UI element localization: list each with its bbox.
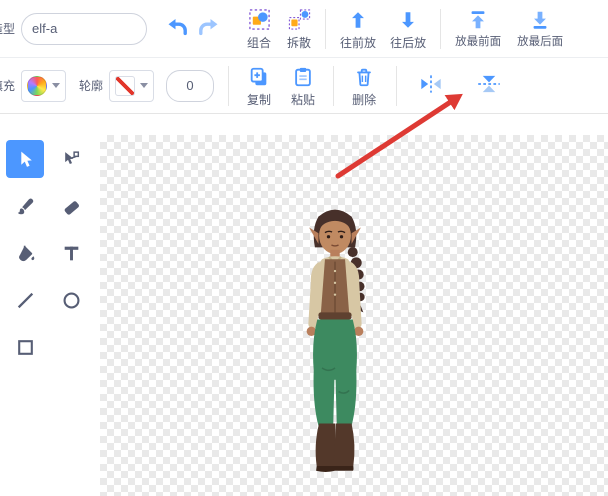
undo-button[interactable] xyxy=(163,13,191,44)
circle-tool[interactable] xyxy=(52,281,90,319)
flip-vertical-button[interactable] xyxy=(471,70,507,101)
layer-front-label: 放最前面 xyxy=(455,37,501,49)
outline-label: 轮廓 xyxy=(79,77,103,94)
paste-button[interactable]: 粘贴 xyxy=(287,64,319,108)
arrow-down-icon xyxy=(397,9,419,34)
toolbar-divider xyxy=(396,66,397,106)
rectangle-tool[interactable] xyxy=(6,328,44,366)
redo-button[interactable] xyxy=(195,13,223,44)
group-button[interactable]: 组合 xyxy=(243,6,275,51)
eraser-icon xyxy=(61,196,82,217)
paint-canvas[interactable] xyxy=(100,135,608,496)
paste-icon xyxy=(292,66,314,91)
copy-icon xyxy=(248,66,270,91)
flip-vertical-icon xyxy=(475,72,503,99)
arrow-up-icon xyxy=(347,9,369,34)
chevron-down-icon xyxy=(52,83,60,88)
costume-name-input[interactable] xyxy=(21,13,147,45)
layer-front-button[interactable]: 放最前面 xyxy=(451,7,505,51)
layer-forward-button[interactable]: 往前放 xyxy=(336,7,380,51)
fill-label: 填充 xyxy=(0,77,15,94)
stroke-width-input[interactable] xyxy=(166,70,214,102)
line-tool[interactable] xyxy=(6,281,44,319)
tool-palette xyxy=(6,140,92,366)
cursor-icon xyxy=(15,149,36,170)
text-tool[interactable] xyxy=(52,234,90,272)
redo-icon xyxy=(197,27,221,42)
delete-button[interactable]: 删除 xyxy=(348,64,380,108)
paste-label: 粘贴 xyxy=(291,94,315,106)
layer-forward-label: 往前放 xyxy=(340,37,376,49)
delete-label: 删除 xyxy=(352,94,376,106)
copy-label: 复制 xyxy=(247,94,271,106)
toolbar-divider xyxy=(228,66,229,106)
brush-icon xyxy=(15,196,36,217)
chevron-down-icon xyxy=(140,83,148,88)
fill-tool[interactable] xyxy=(6,234,44,272)
costume-elf-a[interactable] xyxy=(270,190,400,475)
no-outline-swatch xyxy=(115,76,135,96)
brush-tool[interactable] xyxy=(6,187,44,225)
line-icon xyxy=(15,290,36,311)
toolbar-divider xyxy=(325,9,326,49)
ungroup-label: 拆散 xyxy=(287,37,311,49)
flip-horizontal-icon xyxy=(417,72,445,99)
eraser-tool[interactable] xyxy=(52,187,90,225)
trash-icon xyxy=(353,66,375,91)
text-icon xyxy=(61,243,82,264)
reshape-tool[interactable] xyxy=(52,140,90,178)
select-tool[interactable] xyxy=(6,140,44,178)
layer-backward-label: 往后放 xyxy=(390,37,426,49)
reshape-icon xyxy=(61,149,82,170)
outline-color-picker[interactable] xyxy=(109,70,154,102)
ungroup-button[interactable]: 拆散 xyxy=(283,6,315,51)
style-toolbar: 填充 轮廓 复制 粘贴 删除 xyxy=(0,58,608,114)
group-label: 组合 xyxy=(247,37,271,49)
arrow-up-to-bar-icon xyxy=(467,9,489,34)
layer-backward-button[interactable]: 往后放 xyxy=(386,7,430,51)
fill-color-picker[interactable] xyxy=(21,70,66,102)
scratch-paint-editor: 造型 组合 拆散 xyxy=(0,0,608,496)
layer-back-label: 放最后面 xyxy=(517,37,563,49)
toolbar-divider xyxy=(440,9,441,49)
layer-back-button[interactable]: 放最后面 xyxy=(513,7,567,51)
fill-color-swatch xyxy=(27,76,47,96)
circle-icon xyxy=(61,290,82,311)
costume-label: 造型 xyxy=(0,20,15,37)
copy-button[interactable]: 复制 xyxy=(243,64,275,108)
toolbar-divider xyxy=(333,66,334,106)
ungroup-icon xyxy=(288,8,311,34)
flip-horizontal-button[interactable] xyxy=(413,70,449,101)
paint-bucket-icon xyxy=(15,243,36,264)
undo-icon xyxy=(165,27,189,42)
costume-toolbar: 造型 组合 拆散 xyxy=(0,0,608,58)
group-icon xyxy=(248,8,271,34)
rectangle-icon xyxy=(15,337,36,358)
arrow-down-to-bar-icon xyxy=(529,9,551,34)
